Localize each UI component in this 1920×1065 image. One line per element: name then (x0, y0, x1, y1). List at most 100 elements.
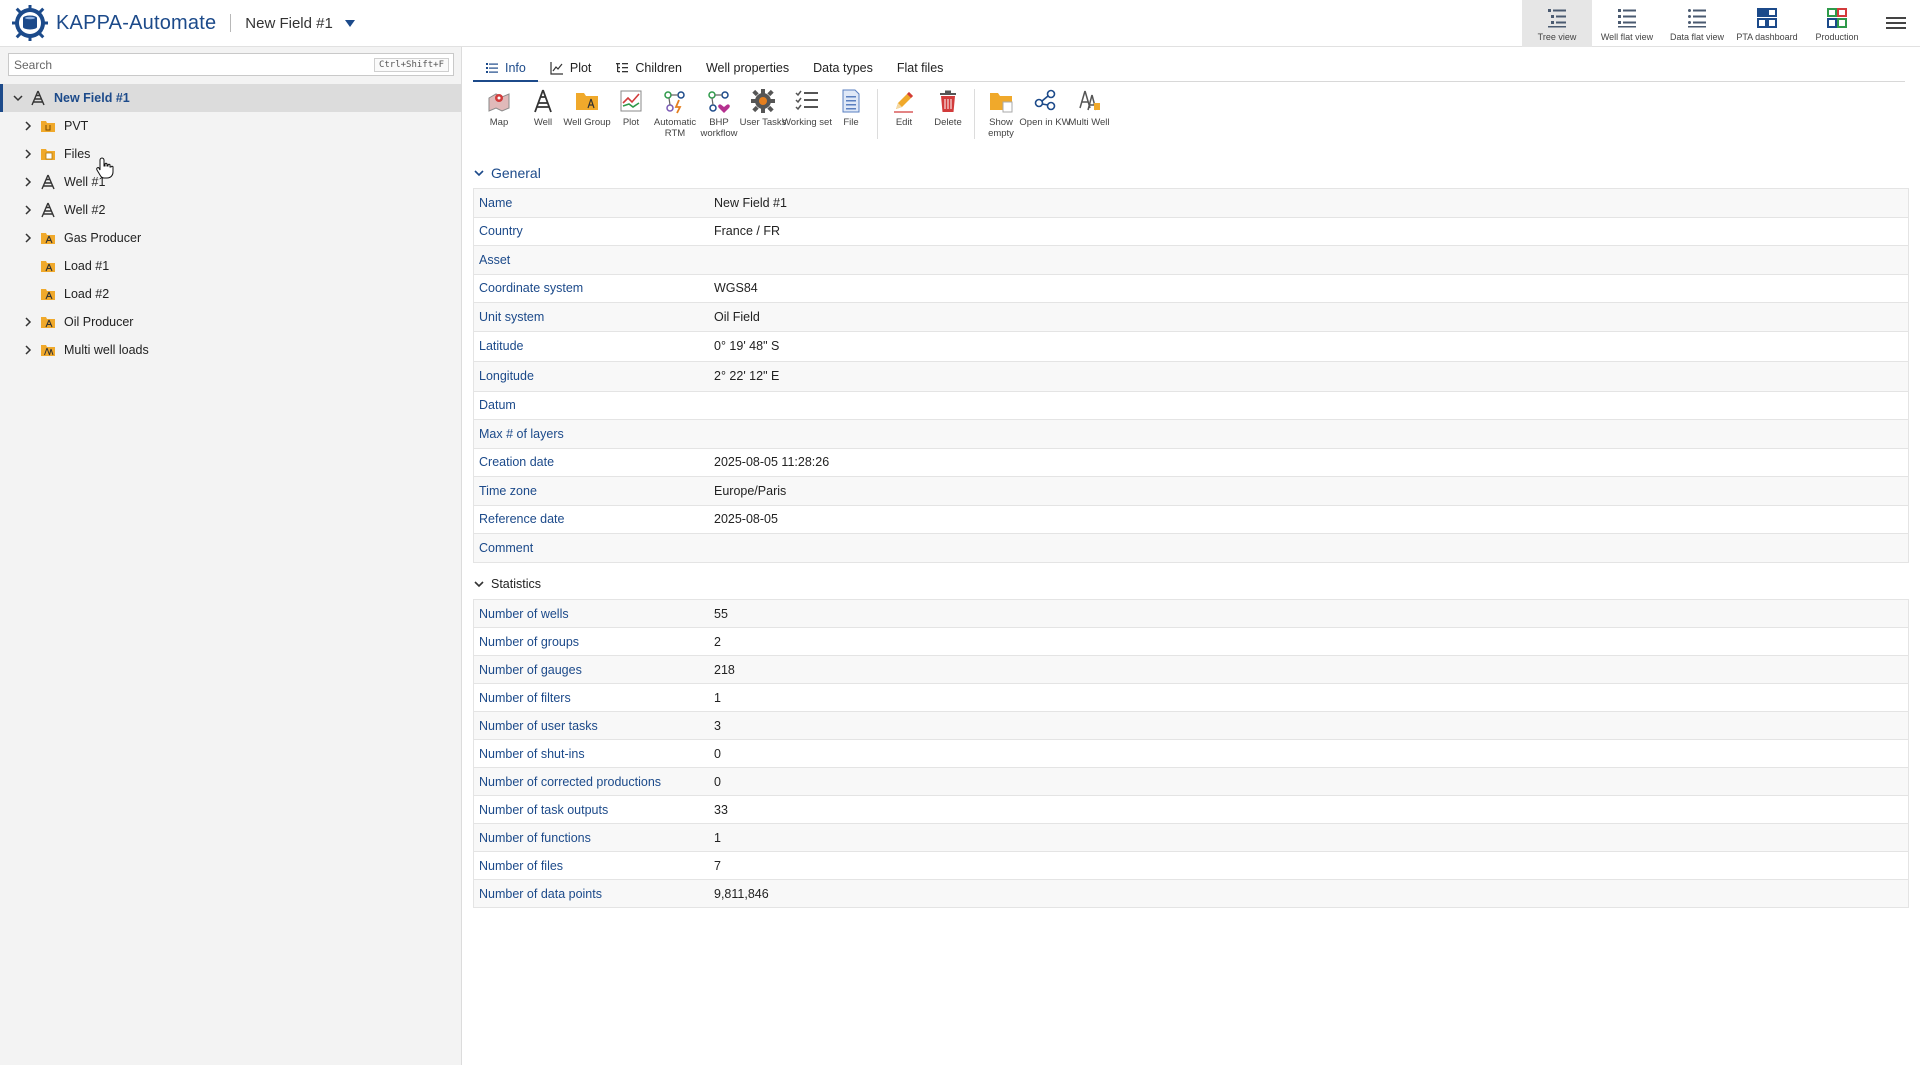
statistics-section-header[interactable]: Statistics (473, 577, 541, 591)
property-name: Coordinate system (479, 281, 584, 296)
collapse-chevron-icon[interactable] (12, 92, 24, 104)
production-icon (1827, 7, 1847, 28)
map-button[interactable]: Map (477, 87, 521, 128)
statistic-value: 218 (714, 662, 735, 677)
checklist-icon (793, 87, 821, 115)
expand-chevron-icon[interactable] (22, 344, 34, 356)
kappa-logo-icon[interactable] (12, 5, 48, 41)
expand-chevron-icon[interactable] (22, 316, 34, 328)
multi-well-button[interactable]: Multi Well (1067, 87, 1111, 128)
app-name[interactable]: KAPPA-Automate (56, 12, 216, 35)
tree-node-load-1[interactable]: Load #1 (0, 252, 462, 280)
property-row: Unit system Oil Field (473, 303, 1909, 332)
search-input[interactable] (9, 54, 374, 75)
tree-node-label: Oil Producer (64, 315, 134, 329)
well-group-folder-icon (40, 314, 56, 330)
tab-children-label: Children (635, 61, 682, 75)
collapse-chevron-icon (474, 581, 484, 588)
tree-node-oil-producer[interactable]: Oil Producer (0, 308, 462, 336)
statistic-row: Number of gauges 218 (473, 656, 1909, 684)
data-flat-view-button[interactable]: Data flat view (1662, 0, 1732, 47)
hamburger-menu-icon[interactable] (1886, 14, 1906, 32)
info-list-icon (485, 61, 499, 75)
property-name: Comment (479, 540, 534, 555)
property-value: France / FR (714, 224, 780, 239)
app-header: KAPPA-Automate New Field #1 Tree view We… (0, 0, 1920, 47)
tree-node-files[interactable]: Files (0, 140, 462, 168)
statistic-name: Number of shut-ins (479, 746, 585, 761)
property-row: Datum (473, 391, 1909, 420)
view-switcher: Tree view Well flat view Data flat view (1522, 0, 1872, 47)
tab-well-properties[interactable]: Well properties (694, 55, 801, 81)
user-tasks-button[interactable]: User Tasks (740, 87, 786, 128)
map-icon (485, 87, 513, 115)
tab-children[interactable]: Children (603, 55, 694, 81)
property-value: 2° 22' 12" E (714, 369, 780, 383)
multi-well-label: Multi Well (1068, 117, 1110, 128)
tab-info[interactable]: Info (473, 55, 538, 82)
tab-data-types-label: Data types (813, 61, 873, 75)
detail-tabs: Info Plot Children Well properties Data … (473, 56, 1905, 82)
tree-node-new-field-1[interactable]: New Field #1 (0, 84, 462, 112)
tree-node-gas-producer[interactable]: Gas Producer (0, 224, 462, 252)
statistic-row: Number of groups 2 (473, 628, 1909, 656)
expand-chevron-icon[interactable] (22, 176, 34, 188)
edit-button[interactable]: Edit (882, 87, 926, 128)
automatic-rtm-button[interactable]: Automatic RTM (653, 87, 697, 139)
field-icon (30, 90, 46, 106)
pta-dashboard-button[interactable]: PTA dashboard (1732, 0, 1802, 47)
tab-plot[interactable]: Plot (538, 55, 604, 81)
tree-node-label: Gas Producer (64, 231, 142, 245)
general-section-header[interactable]: General (473, 165, 541, 181)
property-value: Europe/Paris (714, 483, 787, 498)
property-name: Datum (479, 398, 516, 413)
general-section-title: General (491, 165, 541, 181)
tree-node-label: Files (64, 147, 91, 161)
working-set-button[interactable]: Working set (782, 87, 832, 128)
well-group-folder-icon (40, 230, 56, 246)
tree-node-well-1[interactable]: Well #1 (0, 168, 462, 196)
statistic-value: 1 (714, 690, 721, 705)
file-button[interactable]: File (829, 87, 873, 128)
expand-chevron-icon[interactable] (22, 232, 34, 244)
expand-chevron-icon[interactable] (22, 148, 34, 160)
tree-node-pvt[interactable]: PVT (0, 112, 462, 140)
well-flat-view-button[interactable]: Well flat view (1592, 0, 1662, 47)
property-name: Asset (479, 252, 511, 267)
open-in-kw-button[interactable]: Open in KW (1019, 87, 1071, 128)
expand-chevron-icon[interactable] (22, 204, 34, 216)
property-name: Unit system (479, 309, 545, 324)
field-dropdown-chevron-icon[interactable] (344, 19, 355, 27)
statistic-name: Number of data points (479, 886, 602, 901)
tree-node-multi-well-loads[interactable]: Multi well loads (0, 336, 462, 364)
well-button[interactable]: Well (521, 87, 565, 128)
tree-node-well-2[interactable]: Well #2 (0, 196, 462, 224)
tree-view-button[interactable]: Tree view (1522, 0, 1592, 47)
well-group-button[interactable]: Well Group (563, 87, 611, 128)
current-field-title[interactable]: New Field #1 (245, 15, 333, 32)
statistic-row: Number of corrected productions 0 (473, 768, 1909, 796)
tree-node-load-2[interactable]: Load #2 (0, 280, 462, 308)
well-icon (40, 174, 56, 190)
tab-data-types[interactable]: Data types (801, 55, 885, 81)
delete-button[interactable]: Delete (926, 87, 970, 128)
plot-button[interactable]: Plot (609, 87, 653, 128)
line-chart-icon (550, 61, 564, 75)
tree-node-label: Well #1 (64, 175, 106, 189)
statistic-value: 7 (714, 858, 721, 873)
statistic-name: Number of filters (479, 690, 571, 705)
well-icon (529, 87, 557, 115)
property-name: Max # of layers (479, 426, 564, 441)
expand-chevron-icon[interactable] (22, 120, 34, 132)
statistic-row: Number of user tasks 3 (473, 712, 1909, 740)
property-name: Reference date (479, 512, 565, 527)
production-button[interactable]: Production (1802, 0, 1872, 47)
details-panel: Info Plot Children Well properties Data … (463, 47, 1920, 1065)
tab-flat-files[interactable]: Flat files (885, 55, 956, 81)
data-flat-view-icon (1688, 8, 1706, 27)
bhp-workflow-button[interactable]: BHP workflow (697, 87, 741, 139)
property-name: Country (479, 224, 523, 239)
well-group-folder-icon (40, 258, 56, 274)
show-empty-button[interactable]: Show empty (979, 87, 1023, 139)
